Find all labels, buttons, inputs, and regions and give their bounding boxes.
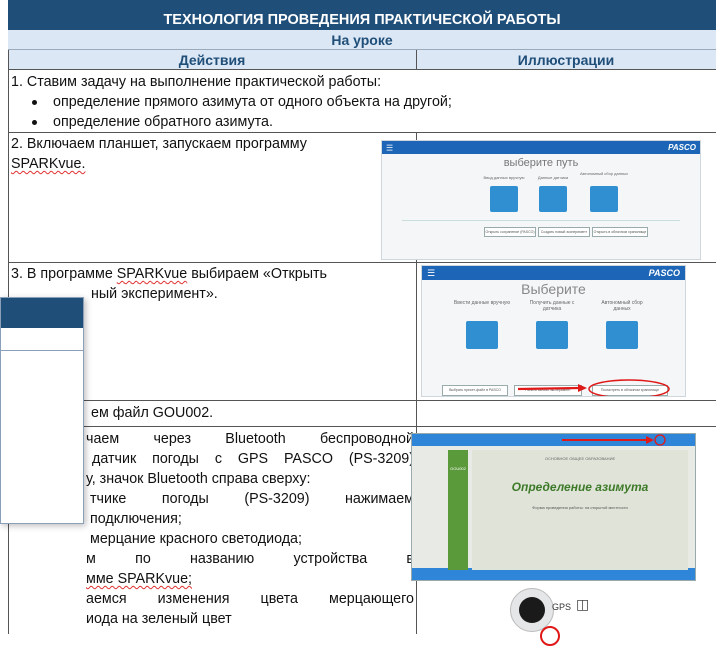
step1-bullet-item: определение прямого азимута от одного об…: [11, 92, 711, 112]
pasco-logo: PASCO: [668, 143, 696, 152]
step3-text-a: 3. В программе: [11, 266, 117, 282]
remote-logging-tile: [590, 186, 618, 212]
table-subtitle: На уроке: [8, 30, 716, 50]
step5-line: датчик погоды с GPS PASCO (PS-3209): [92, 451, 414, 467]
floating-panel-header[interactable]: [1, 298, 83, 328]
step5-cell: чаем через Bluetooth беспроводной датчик…: [86, 429, 414, 629]
device-symbol-icon: ◫: [576, 596, 590, 612]
highlight-annotation: [517, 379, 670, 396]
step1-text: 1. Ставим задачу на выполнение практичес…: [11, 74, 382, 90]
shot1-heading: выберите путь: [503, 157, 579, 169]
shot1-button2: Создать новый эксперимент: [538, 227, 590, 237]
step3-app-name: SPARKvue: [116, 266, 188, 282]
gps-label: GPS: [552, 602, 572, 612]
step3-line1: 3. В программе SPARKvue выбираем «Открыт…: [11, 264, 411, 284]
step3-text-b: выбираем «Открыть: [187, 266, 327, 282]
weather-sensor-image: GPS ◫: [506, 586, 596, 646]
app-header-bar: ☰ PASCO: [382, 141, 700, 154]
step5-line: тчике погоды (PS-3209) нажимаем: [90, 491, 414, 507]
column-header-illustrations: Иллюстрации: [517, 52, 615, 68]
divider-line: [402, 220, 680, 221]
step5-line: у, значок Bluetooth справа сверху:: [86, 471, 311, 487]
step1-bullets: определение прямого азимута от одного об…: [11, 92, 711, 132]
step1-cell: 1. Ставим задачу на выполнение практичес…: [11, 72, 711, 132]
illustration-sparkvue-open: ☰ PASCO Выберите Ввести данные вручную П…: [421, 265, 686, 397]
step5-line: чаем через Bluetooth беспроводной: [86, 431, 414, 447]
manual-entry-tile: [490, 186, 518, 212]
red-arrow-head-icon: [578, 384, 587, 392]
column-header-row: Действия Иллюстрации: [8, 50, 716, 70]
floating-panel[interactable]: [0, 297, 84, 524]
step5-line: мерцание красного светодиода;: [90, 531, 302, 547]
row-divider: [8, 132, 716, 133]
shot1-option3: Автономный сбор данных: [579, 171, 629, 176]
step5-line: аемся изменения цвета мерцающего: [86, 591, 414, 607]
document-page: ТЕХНОЛОГИЯ ПРОВЕДЕНИЯ ПРАКТИЧЕСКОЙ РАБОТ…: [0, 0, 716, 646]
step4-cell: ем файл GOU002.: [91, 405, 214, 421]
column-header-actions: Действия: [8, 50, 417, 70]
fan-icon: [519, 597, 545, 623]
step5-line: м по названию устройства в: [86, 551, 414, 567]
red-arrow-line: [517, 386, 581, 391]
hamburger-menu-icon: ☰: [386, 143, 394, 152]
sensor-data-tile: [539, 186, 567, 212]
row-divider: [8, 426, 716, 427]
step5-line: мме SPARKvue;: [86, 571, 193, 587]
bluetooth-annotation: [562, 434, 666, 446]
table-title: ТЕХНОЛОГИЯ ПРОВЕДЕНИЯ ПРАКТИЧЕСКОЙ РАБОТ…: [8, 0, 716, 30]
illustration-sparkvue-start: ☰ PASCO выберите путь Ввод данных вручну…: [381, 140, 701, 260]
floating-panel-subheader: [1, 328, 83, 351]
red-arrow-head-icon: [646, 436, 654, 444]
step1-bullet-item: определение обратного азимута.: [11, 112, 711, 132]
illustration-sparkvue-file: GOU002 ОСНОВНОЕ ОБЩЕЕ ОБРАЗОВАНИЕ Опреде…: [411, 433, 696, 581]
step2-cell: 2. Включаем планшет, запускаем программу…: [11, 134, 411, 174]
step5-line: иода на зеленый цвет: [86, 611, 232, 627]
bluetooth-highlight-circle: [654, 434, 666, 446]
row-divider: [8, 262, 716, 263]
step2-line1: 2. Включаем планшет, запускаем программу: [11, 136, 307, 152]
led-highlight-circle: [540, 626, 560, 646]
shot1-button1: Открыть сохранение (PASCO): [484, 227, 536, 237]
red-highlight-ellipse: [588, 379, 670, 396]
row-divider: [8, 400, 716, 401]
shot1-button3: Открыть в облачном хранилище: [592, 227, 648, 237]
step2-line2: SPARKvue.: [11, 156, 86, 172]
step5-line: подключения;: [90, 511, 182, 527]
